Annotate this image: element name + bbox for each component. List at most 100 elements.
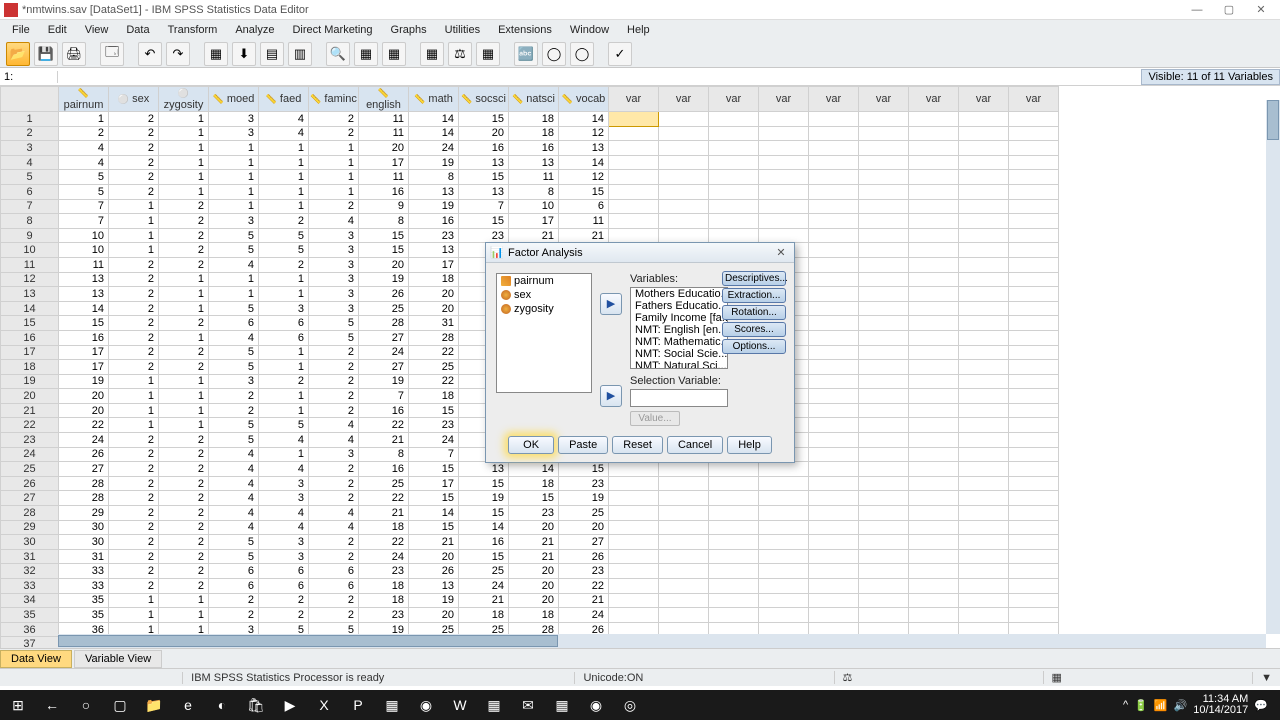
data-cell[interactable] <box>909 345 959 360</box>
data-cell[interactable]: 5 <box>209 243 259 258</box>
data-cell[interactable]: 1 <box>159 330 209 345</box>
data-cell[interactable]: 21 <box>359 506 409 521</box>
goto-case-icon[interactable]: ▦ <box>204 42 228 66</box>
data-cell[interactable] <box>1009 257 1059 272</box>
data-cell[interactable] <box>809 608 859 623</box>
data-cell[interactable] <box>1009 608 1059 623</box>
data-cell[interactable] <box>959 418 1009 433</box>
data-cell[interactable] <box>709 520 759 535</box>
data-cell[interactable]: 21 <box>459 593 509 608</box>
data-cell[interactable] <box>909 301 959 316</box>
data-cell[interactable]: 1 <box>309 141 359 156</box>
data-cell[interactable]: 2 <box>159 491 209 506</box>
data-cell[interactable] <box>709 228 759 243</box>
data-cell[interactable] <box>759 141 809 156</box>
data-cell[interactable] <box>959 360 1009 375</box>
data-cell[interactable]: 17 <box>59 360 109 375</box>
data-cell[interactable]: 1 <box>159 593 209 608</box>
data-cell[interactable] <box>1009 360 1059 375</box>
data-cell[interactable]: 21 <box>559 228 609 243</box>
data-cell[interactable]: 4 <box>259 126 309 141</box>
data-cell[interactable] <box>859 316 909 331</box>
column-header-empty[interactable]: var <box>609 87 659 112</box>
data-cell[interactable] <box>609 579 659 594</box>
data-cell[interactable]: 7 <box>409 447 459 462</box>
split-file-icon[interactable]: ▦ <box>420 42 444 66</box>
column-header-empty[interactable]: var <box>959 87 1009 112</box>
column-header-empty[interactable]: var <box>909 87 959 112</box>
data-cell[interactable]: 13 <box>559 141 609 156</box>
data-cell[interactable]: 2 <box>259 593 309 608</box>
data-cell[interactable]: 16 <box>509 141 559 156</box>
source-variables-list[interactable]: pairnum sex zygosity <box>496 273 592 393</box>
data-cell[interactable]: 2 <box>159 199 209 214</box>
data-cell[interactable]: 1 <box>159 126 209 141</box>
data-cell[interactable] <box>1009 476 1059 491</box>
data-cell[interactable]: 5 <box>209 418 259 433</box>
save-icon[interactable]: 💾 <box>34 42 58 66</box>
data-cell[interactable]: 25 <box>359 476 409 491</box>
data-cell[interactable]: 16 <box>359 462 409 477</box>
data-cell[interactable]: 1 <box>109 593 159 608</box>
data-cell[interactable]: 25 <box>559 506 609 521</box>
data-cell[interactable]: 3 <box>209 214 259 229</box>
data-cell[interactable] <box>859 520 909 535</box>
data-cell[interactable]: 6 <box>309 579 359 594</box>
data-cell[interactable]: 1 <box>209 287 259 302</box>
data-cell[interactable]: 33 <box>59 579 109 594</box>
data-cell[interactable]: 26 <box>59 447 109 462</box>
data-cell[interactable] <box>909 374 959 389</box>
data-cell[interactable] <box>709 535 759 550</box>
data-cell[interactable]: 1 <box>259 360 309 375</box>
data-cell[interactable] <box>709 593 759 608</box>
data-cell[interactable]: 2 <box>109 301 159 316</box>
data-cell[interactable]: 2 <box>309 476 359 491</box>
column-header-zygosity[interactable]: ⚪ zygosity <box>159 87 209 112</box>
data-cell[interactable]: 24 <box>409 141 459 156</box>
column-header-empty[interactable]: var <box>659 87 709 112</box>
print-icon[interactable]: 🖨 <box>62 42 86 66</box>
data-cell[interactable] <box>709 506 759 521</box>
data-cell[interactable]: 22 <box>359 491 409 506</box>
data-cell[interactable]: 15 <box>359 243 409 258</box>
data-cell[interactable] <box>1009 593 1059 608</box>
data-cell[interactable]: 18 <box>509 112 559 127</box>
data-cell[interactable]: 23 <box>359 608 409 623</box>
data-cell[interactable]: 1 <box>259 199 309 214</box>
data-cell[interactable] <box>609 184 659 199</box>
data-cell[interactable] <box>959 549 1009 564</box>
data-cell[interactable]: 24 <box>409 433 459 448</box>
open-icon[interactable]: 📂 <box>6 42 30 66</box>
data-cell[interactable] <box>909 608 959 623</box>
data-cell[interactable] <box>659 112 709 127</box>
data-cell[interactable]: 11 <box>359 112 409 127</box>
data-cell[interactable] <box>859 228 909 243</box>
menu-extensions[interactable]: Extensions <box>490 22 560 38</box>
spellcheck-icon[interactable]: ✓ <box>608 42 632 66</box>
data-cell[interactable]: 1 <box>159 403 209 418</box>
data-cell[interactable]: 2 <box>159 506 209 521</box>
menu-data[interactable]: Data <box>118 22 157 38</box>
data-cell[interactable]: 1 <box>159 608 209 623</box>
edge-icon[interactable]: e <box>174 693 202 717</box>
row-header[interactable]: 12 <box>1 272 59 287</box>
data-cell[interactable]: 1 <box>159 287 209 302</box>
data-cell[interactable] <box>959 301 1009 316</box>
data-cell[interactable]: 3 <box>309 287 359 302</box>
data-cell[interactable]: 10 <box>59 228 109 243</box>
data-cell[interactable]: 4 <box>259 462 309 477</box>
variables-icon[interactable]: ▤ <box>260 42 284 66</box>
data-cell[interactable]: 1 <box>259 184 309 199</box>
data-cell[interactable]: 15 <box>459 170 509 185</box>
data-cell[interactable] <box>709 579 759 594</box>
data-cell[interactable] <box>809 141 859 156</box>
data-cell[interactable] <box>609 564 659 579</box>
menu-help[interactable]: Help <box>619 22 658 38</box>
data-cell[interactable]: 5 <box>59 184 109 199</box>
row-header[interactable]: 36 <box>1 622 59 637</box>
data-cell[interactable]: 1 <box>209 170 259 185</box>
data-cell[interactable] <box>909 462 959 477</box>
data-cell[interactable] <box>959 345 1009 360</box>
tray-wifi-icon[interactable]: 📶 <box>1154 699 1168 712</box>
data-cell[interactable]: 3 <box>259 301 309 316</box>
